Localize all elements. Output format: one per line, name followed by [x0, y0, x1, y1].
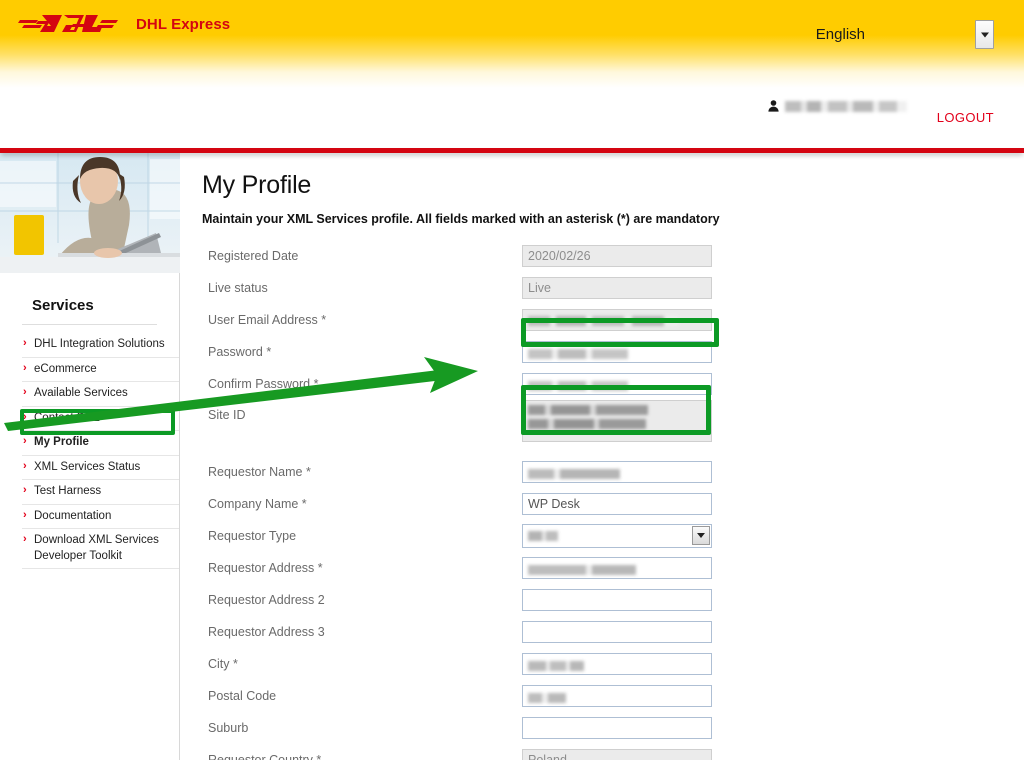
chevron-right-icon: › — [23, 533, 27, 546]
sidebar-item-label: XML Services Status — [34, 460, 141, 473]
requestor-address-3-input[interactable] — [522, 621, 712, 643]
requestor-country-input — [522, 749, 712, 760]
chevron-right-icon: › — [23, 508, 27, 521]
user-account — [768, 100, 907, 112]
sidebar-item-download-toolkit[interactable]: › Download XML Services Developer Toolki… — [22, 529, 179, 570]
sidebar-item-ecommerce[interactable]: › eCommerce — [22, 358, 179, 383]
field-row-city: City * — [202, 648, 922, 680]
field-row-company-name: Company Name * — [202, 488, 922, 520]
field-label: Requestor Country * — [208, 753, 322, 760]
sidebar-item-my-profile[interactable]: › My Profile — [22, 431, 179, 456]
sidebar-item-label: DHL Integration Solutions — [34, 338, 165, 350]
language-selector[interactable]: English — [816, 20, 994, 49]
dhl-logo-area[interactable]: DHL Express — [18, 11, 230, 37]
field-row-requestor-address: Requestor Address * — [202, 552, 922, 584]
field-row-password: Password * — [202, 336, 922, 368]
dhl-logo-icon — [18, 15, 118, 32]
page-header: DHL Express English — [0, 0, 1024, 88]
field-row-registered-date: Registered Date — [202, 240, 922, 272]
sidebar-item-label: Documentation — [34, 509, 112, 522]
user-bar: LOGOUT — [0, 88, 1024, 148]
registered-date-input — [522, 245, 712, 267]
field-label: Requestor Name * — [208, 465, 311, 479]
language-label: English — [815, 26, 865, 43]
sidebar-item-test-harness[interactable]: › Test Harness — [22, 480, 179, 505]
field-label: Requestor Address 2 — [208, 593, 325, 607]
page-body: Services › DHL Integration Solutions › e… — [0, 153, 1024, 760]
postal-code-input[interactable] — [522, 685, 712, 707]
field-row-requestor-type: Requestor Type — [202, 520, 922, 552]
sidebar-section-title: Services — [32, 297, 94, 314]
chevron-right-icon: › — [23, 386, 27, 399]
field-label: Confirm Password * — [208, 377, 319, 391]
chevron-right-icon: › — [23, 484, 27, 497]
chevron-right-icon: › — [23, 459, 27, 472]
person-icon — [768, 100, 779, 112]
field-label: Requestor Address * — [208, 561, 323, 575]
field-row-requestor-address-3: Requestor Address 3 — [202, 616, 922, 648]
sidebar-hero-photo — [0, 153, 180, 273]
red-divider — [0, 148, 1024, 153]
user-name-redacted — [785, 100, 907, 112]
company-name-input[interactable] — [522, 493, 712, 515]
sidebar-item-available-services[interactable]: › Available Services — [22, 382, 179, 407]
logout-button[interactable]: LOGOUT — [937, 110, 994, 125]
sidebar-item-label: Available Services — [34, 387, 128, 400]
sidebar-item-label: My Profile — [34, 436, 89, 449]
field-label: Postal Code — [208, 689, 277, 703]
field-label: City * — [208, 657, 238, 671]
field-label: Requestor Address 3 — [208, 625, 325, 639]
sidebar-item-label: Contact DHL — [34, 411, 100, 424]
sidebar-divider — [22, 324, 157, 325]
field-row-postal-code: Postal Code — [202, 680, 922, 712]
confirm-password-input[interactable] — [522, 373, 712, 395]
field-label: Live status — [208, 281, 268, 295]
requestor-address-input[interactable] — [522, 557, 712, 579]
site-id-textarea — [522, 400, 712, 442]
field-label: User Email Address * — [208, 313, 327, 327]
field-label: Company Name * — [208, 497, 307, 511]
field-label: Password * — [208, 345, 272, 359]
chevron-down-icon — [980, 32, 989, 37]
field-label: Requestor Type — [208, 529, 297, 543]
live-status-input — [522, 277, 712, 299]
chevron-right-icon: › — [23, 435, 27, 448]
sidebar-item-label: Test Harness — [34, 485, 102, 498]
sidebar-item-xml-services-status[interactable]: › XML Services Status — [22, 456, 179, 481]
profile-form: Registered Date Live status User Email A… — [202, 240, 922, 760]
chevron-right-icon: › — [23, 361, 27, 374]
city-input[interactable] — [522, 653, 712, 675]
chevron-right-icon: › — [23, 410, 27, 423]
field-row-requestor-country: Requestor Country * — [202, 744, 922, 760]
field-row-confirm-password: Confirm Password * — [202, 368, 922, 400]
sidebar: Services › DHL Integration Solutions › e… — [0, 153, 180, 760]
field-label: Suburb — [208, 721, 249, 735]
field-label: Site ID — [208, 408, 246, 422]
sidebar-nav: › DHL Integration Solutions › eCommerce … — [0, 333, 179, 570]
sidebar-item-label: eCommerce — [34, 362, 97, 375]
field-row-live-status: Live status — [202, 272, 922, 304]
requestor-name-input[interactable] — [522, 461, 712, 483]
suburb-input[interactable] — [522, 717, 712, 739]
requestor-type-select[interactable] — [522, 524, 712, 548]
sidebar-item-label: Download XML Services Developer Toolkit — [34, 534, 159, 562]
sidebar-item-documentation[interactable]: › Documentation — [22, 505, 179, 530]
main-content: My Profile Maintain your XML Services pr… — [180, 153, 1024, 760]
field-row-user-email: User Email Address * — [202, 304, 922, 336]
user-email-input — [522, 309, 712, 331]
page-subtitle: Maintain your XML Services profile. All … — [202, 212, 720, 226]
field-row-site-id: Site ID — [202, 400, 922, 456]
requestor-address-2-input[interactable] — [522, 589, 712, 611]
brand-name: DHL Express — [136, 15, 231, 33]
field-row-requestor-address-2: Requestor Address 2 — [202, 584, 922, 616]
field-row-requestor-name: Requestor Name * — [202, 456, 922, 488]
sidebar-item-dhl-integration-solutions[interactable]: › DHL Integration Solutions — [22, 333, 179, 358]
password-input[interactable] — [522, 341, 712, 363]
field-label: Registered Date — [208, 249, 299, 263]
sidebar-item-contact-dhl[interactable]: › Contact DHL — [22, 407, 179, 432]
field-row-suburb: Suburb — [202, 712, 922, 744]
language-dropdown[interactable] — [975, 20, 994, 49]
page-title: My Profile — [202, 171, 312, 199]
chevron-right-icon: › — [23, 337, 27, 349]
